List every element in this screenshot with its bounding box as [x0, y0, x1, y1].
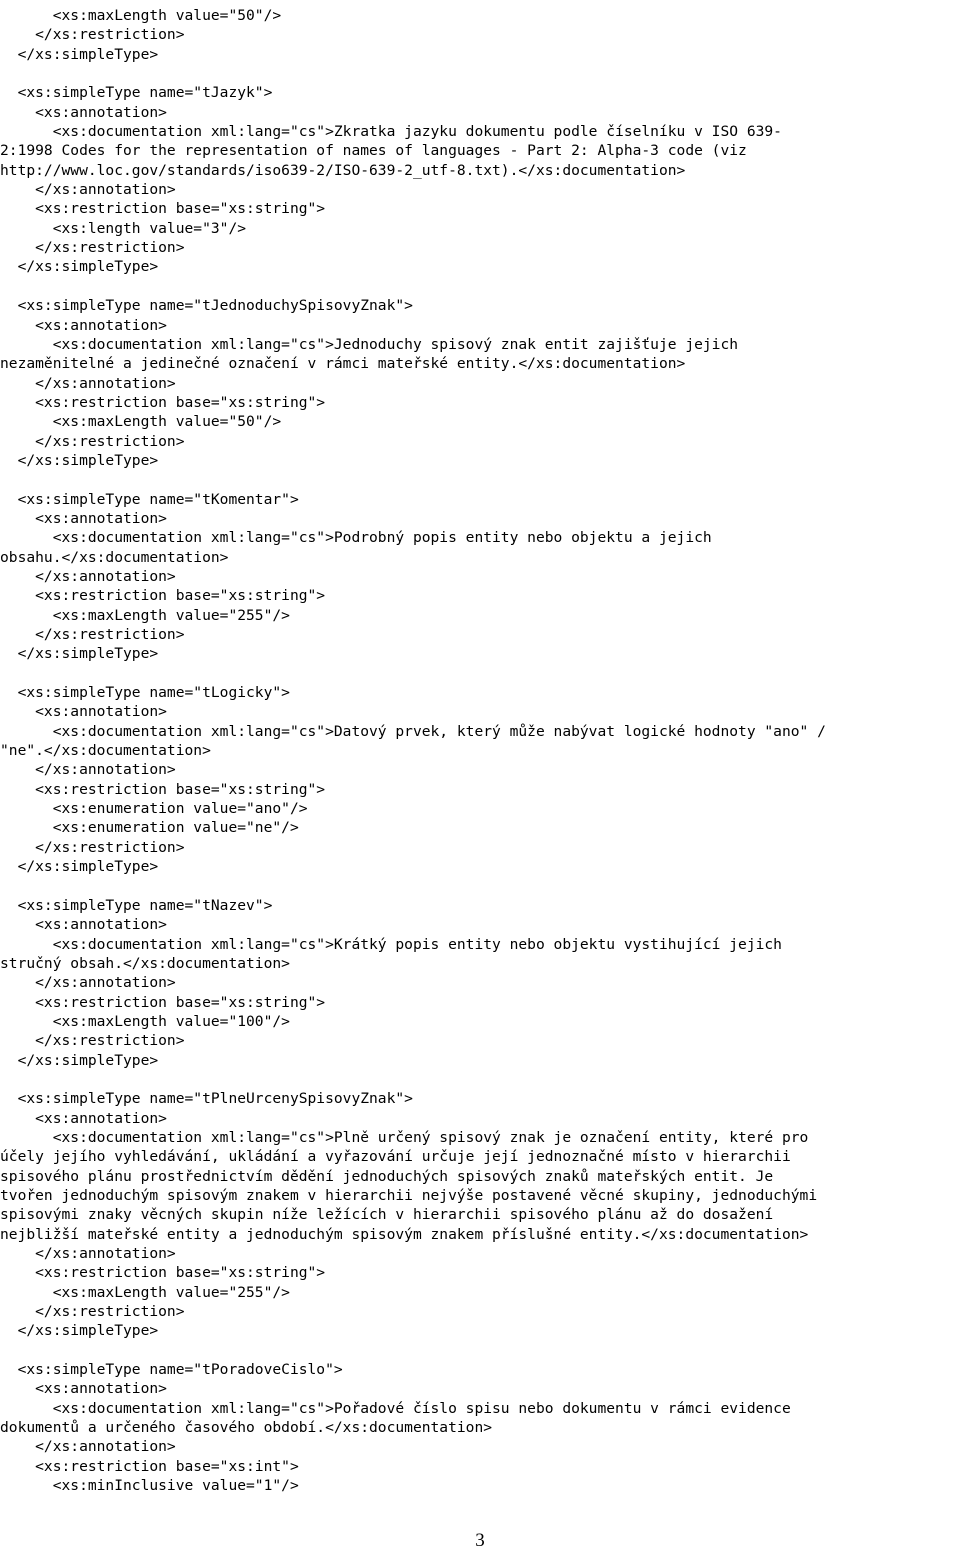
code-line: <xs:maxLength value="255"/>	[0, 606, 290, 624]
code-line: <xs:documentation xml:lang="cs">Krátký p…	[0, 935, 782, 953]
xsd-source-listing: <xs:maxLength value="50"/> </xs:restrict…	[0, 6, 960, 1495]
code-line: <xs:enumeration value="ano"/>	[0, 800, 308, 818]
code-line: <xs:minInclusive value="1"/>	[0, 1477, 299, 1495]
code-line: <xs:enumeration value="ne"/>	[0, 819, 299, 837]
code-line: <xs:documentation xml:lang="cs">Pořadové…	[0, 1399, 791, 1417]
code-line: <xs:maxLength value="255"/>	[0, 1283, 290, 1301]
code-line: <xs:documentation xml:lang="cs">Plně urč…	[0, 1128, 809, 1146]
code-line: <xs:simpleType name="tKomentar">	[0, 490, 299, 508]
code-line: <xs:simpleType name="tLogicky">	[0, 684, 290, 702]
code-line: <xs:restriction base="xs:string">	[0, 393, 326, 411]
code-line: <xs:documentation xml:lang="cs">Jednoduc…	[0, 335, 739, 353]
code-line: </xs:annotation>	[0, 1245, 176, 1262]
code-line: <xs:simpleType name="tPoradoveCislo">	[0, 1361, 343, 1379]
code-line: </xs:restriction>	[0, 626, 185, 643]
code-line: </xs:simpleType>	[0, 258, 159, 276]
code-line: <xs:annotation>	[0, 316, 167, 334]
code-line: dokumentů a určeného časového období.</x…	[0, 1419, 493, 1437]
code-line: </xs:simpleType>	[0, 1322, 159, 1340]
code-line: <xs:documentation xml:lang="cs">Datový p…	[0, 722, 826, 740]
code-line: <xs:documentation xml:lang="cs">Zkratka …	[0, 123, 782, 141]
code-line: <xs:restriction base="xs:string">	[0, 1264, 326, 1282]
code-line: <xs:annotation>	[0, 1109, 167, 1127]
code-line: <xs:maxLength value="100"/>	[0, 1012, 290, 1030]
code-line: <xs:maxLength value="50"/>	[0, 413, 282, 431]
code-line: <xs:maxLength value="50"/>	[0, 7, 282, 24]
code-line: </xs:annotation>	[0, 181, 176, 199]
code-line: </xs:simpleType>	[0, 451, 159, 469]
code-line: </xs:annotation>	[0, 374, 176, 392]
code-line: </xs:annotation>	[0, 567, 176, 585]
code-line: </xs:annotation>	[0, 1438, 176, 1456]
code-line: nejbližší mateřské entity a jednoduchým …	[0, 1225, 809, 1243]
code-line: <xs:restriction base="xs:string">	[0, 993, 326, 1011]
code-line: <xs:simpleType name="tJednoduchySpisovyZ…	[0, 297, 413, 315]
code-line: </xs:simpleType>	[0, 1051, 159, 1069]
code-line: <xs:simpleType name="tPlneUrcenySpisovyZ…	[0, 1090, 413, 1108]
code-line: nezaměnitelné a jedinečné označení v rám…	[0, 355, 686, 373]
code-line: </xs:restriction>	[0, 432, 185, 450]
code-line: </xs:simpleType>	[0, 645, 159, 663]
code-line: obsahu.</xs:documentation>	[0, 548, 229, 566]
code-line: <xs:length value="3"/>	[0, 219, 247, 237]
code-line: <xs:restriction base="xs:string">	[0, 587, 326, 605]
code-line: http://www.loc.gov/standards/iso639-2/IS…	[0, 161, 686, 179]
code-line: </xs:restriction>	[0, 239, 185, 257]
code-line: <xs:restriction base="xs:string">	[0, 780, 326, 798]
code-line: "ne".</xs:documentation>	[0, 742, 211, 760]
code-line: 2:1998 Codes for the representation of n…	[0, 142, 747, 160]
code-line: <xs:simpleType name="tNazev">	[0, 896, 273, 914]
code-line: tvořen jednoduchým spisovým znakem v hie…	[0, 1186, 818, 1204]
code-line: <xs:restriction base="xs:string">	[0, 200, 326, 218]
code-line: </xs:restriction>	[0, 838, 185, 856]
code-line: <xs:annotation>	[0, 103, 167, 121]
code-line: <xs:annotation>	[0, 1380, 167, 1398]
code-line: </xs:simpleType>	[0, 858, 159, 876]
code-line: <xs:restriction base="xs:int">	[0, 1457, 299, 1475]
code-line: <xs:annotation>	[0, 509, 167, 527]
code-line: spisového plánu prostřednictvím dědění j…	[0, 1167, 774, 1185]
page-number: 3	[475, 1530, 485, 1551]
code-line: </xs:annotation>	[0, 761, 176, 779]
code-line: stručný obsah.</xs:documentation>	[0, 954, 290, 972]
code-line: <xs:documentation xml:lang="cs">Podrobný…	[0, 529, 712, 547]
code-line: <xs:simpleType name="tJazyk">	[0, 84, 273, 102]
code-line: spisovými znaky věcných skupin níže leží…	[0, 1206, 774, 1224]
code-line: <xs:annotation>	[0, 703, 167, 721]
document-page: <xs:maxLength value="50"/> </xs:restrict…	[0, 0, 960, 1561]
code-line: <xs:annotation>	[0, 916, 167, 934]
code-line: </xs:restriction>	[0, 26, 185, 44]
code-line: </xs:restriction>	[0, 1303, 185, 1321]
code-line: </xs:simpleType>	[0, 45, 159, 63]
code-line: </xs:annotation>	[0, 974, 176, 992]
code-line: </xs:restriction>	[0, 1032, 185, 1050]
code-line: účely jejího vyhledávání, ukládání a vyř…	[0, 1148, 791, 1166]
